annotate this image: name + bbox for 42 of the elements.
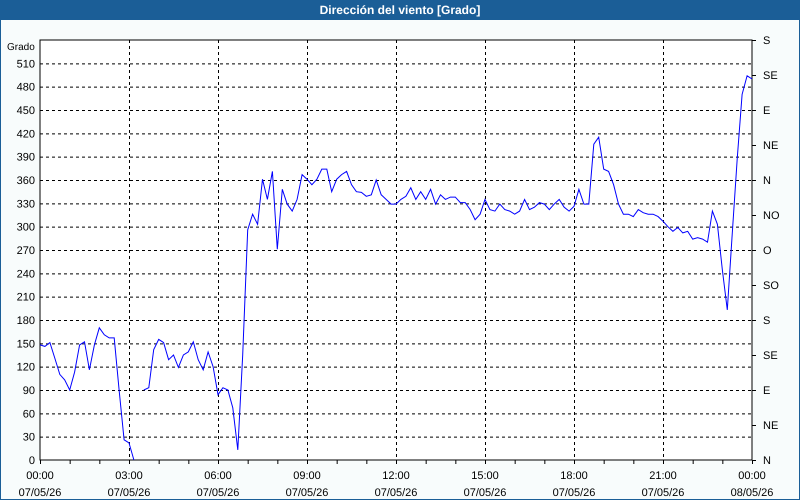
y-tick-label: 60	[22, 408, 35, 420]
compass-direction-label: S	[763, 35, 770, 47]
compass-direction-label: E	[763, 105, 770, 117]
compass-direction-label: NE	[763, 420, 778, 432]
x-tick-label: 12:00 07/05/26	[374, 469, 418, 500]
compass-direction-label: O	[763, 245, 772, 257]
y-tick-label: 480	[16, 82, 35, 94]
y-tick-label: 270	[16, 245, 35, 257]
y-axis-title: Grado	[7, 42, 35, 53]
y-tick-label: 240	[16, 268, 35, 280]
y-tick-label: 420	[16, 128, 35, 140]
y-tick-label: 120	[16, 362, 35, 374]
y-tick-label: 210	[16, 292, 35, 304]
compass-direction-label: S	[763, 315, 770, 327]
y-tick-label: 90	[22, 385, 35, 397]
compass-direction-label: SE	[763, 70, 778, 82]
x-tick-label: 15:00 07/05/26	[462, 469, 508, 500]
x-tick-label: 18:00 07/05/26	[552, 469, 596, 500]
compass-direction-label: N	[763, 455, 771, 467]
x-tick-label: 00:00 07/05/26	[18, 469, 62, 500]
chart-title: Dirección del viento [Grado]	[1, 0, 799, 20]
x-tick-label: 00:00 08/05/26	[730, 469, 774, 500]
compass-direction-label: N	[763, 175, 771, 187]
compass-direction-label: NE	[763, 140, 778, 152]
compass-direction-label: SE	[763, 350, 778, 362]
x-tick-label: 06:00 07/05/26	[196, 469, 240, 500]
x-tick-label: 21:00 07/05/26	[640, 469, 686, 500]
y-tick-label: 510	[16, 58, 35, 70]
compass-direction-label: SO	[763, 280, 779, 292]
y-tick-label: 360	[16, 175, 35, 187]
x-tick-label: 09:00 07/05/26	[284, 469, 330, 500]
y-tick-label: 150	[16, 338, 35, 350]
y-tick-label: 0	[28, 455, 35, 467]
y-tick-label: 180	[16, 315, 35, 327]
y-tick-label: 450	[16, 105, 35, 117]
y-tick-label: 30	[22, 432, 35, 444]
compass-direction-label: NO	[763, 210, 780, 222]
y-tick-label: 390	[16, 152, 35, 164]
compass-direction-label: E	[763, 385, 770, 397]
x-tick-label: 03:00 07/05/26	[106, 469, 152, 500]
y-tick-label: 300	[16, 222, 35, 234]
y-tick-label: 330	[16, 198, 35, 210]
